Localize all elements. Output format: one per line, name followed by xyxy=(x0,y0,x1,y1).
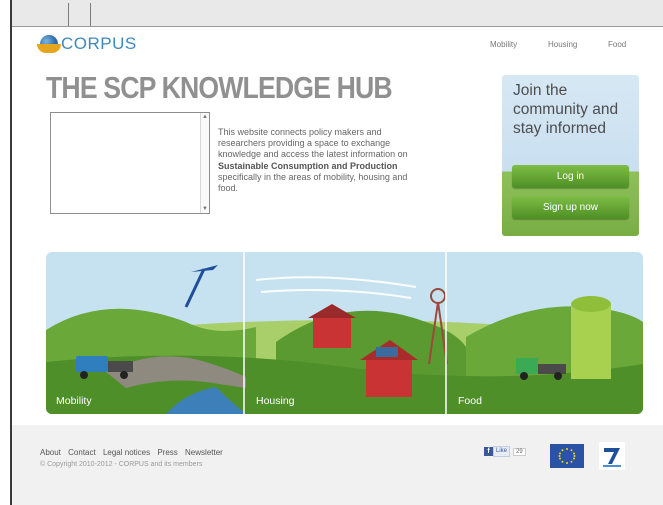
nav-link-housing[interactable]: Housing xyxy=(548,40,577,49)
facebook-icon: f xyxy=(484,447,493,456)
join-heading: Join the community and stay informed xyxy=(513,81,633,138)
like-label: Like xyxy=(493,446,511,457)
page-footer: About Contact Legal notices Press Newsle… xyxy=(12,425,663,505)
banner-label-mobility[interactable]: Mobility xyxy=(56,395,92,407)
footer-link-newsletter[interactable]: Newsletter xyxy=(185,448,223,457)
globe-logo-icon xyxy=(37,35,61,53)
like-count: 29 xyxy=(513,447,526,456)
nav-link-mobility[interactable]: Mobility xyxy=(490,40,517,49)
intro-line: This website connects policy makers and xyxy=(218,127,382,137)
intro-line: researchers providing a space to exchang… xyxy=(218,138,391,149)
banner-label-food[interactable]: Food xyxy=(458,395,482,407)
join-heading-line: community and xyxy=(513,101,619,118)
intro-line: knowledge and access the latest informat… xyxy=(218,149,408,160)
login-button[interactable]: Log in xyxy=(512,165,629,188)
intro-line: specifically in the areas of mobility, h… xyxy=(218,171,408,182)
footer-link-contact[interactable]: Contact xyxy=(68,448,96,457)
footer-link-about[interactable]: About xyxy=(40,448,61,457)
scroll-down-icon[interactable]: ▼ xyxy=(201,206,209,212)
logo-text: CORPUS xyxy=(61,34,137,53)
browser-viewport: CORPUS Mobility Housing Food THE SCP KNO… xyxy=(10,0,663,505)
copyright-text: © Copyright 2010-2012 - CORPUS and its m… xyxy=(40,461,203,468)
toolbar-divider xyxy=(90,3,91,26)
join-heading-line: stay informed xyxy=(513,120,607,137)
intro-line: food. xyxy=(218,183,239,194)
fp7-logo-icon[interactable] xyxy=(599,442,625,470)
browser-toolbar xyxy=(12,0,663,27)
join-heading-line: Join the xyxy=(513,82,568,99)
join-panel: Join the community and stay informed Log… xyxy=(502,75,639,236)
banner-label-housing[interactable]: Housing xyxy=(256,395,295,407)
embedded-frame[interactable]: ▲ ▼ xyxy=(50,112,210,214)
eu-flag-icon[interactable] xyxy=(550,444,584,468)
eu-stars-icon xyxy=(558,448,576,464)
landscape-illustration xyxy=(46,252,643,414)
scrollbar[interactable]: ▲ ▼ xyxy=(200,113,209,213)
footer-link-legal[interactable]: Legal notices xyxy=(103,448,150,457)
footer-links: About Contact Legal notices Press Newsle… xyxy=(40,448,228,457)
toolbar-divider xyxy=(68,3,69,26)
fp7-mark-icon xyxy=(603,448,621,467)
signup-button[interactable]: Sign up now xyxy=(512,196,629,219)
intro-text: This website connects policy makers and … xyxy=(218,127,466,194)
intro-highlight: Sustainable Consumption and Production xyxy=(218,160,398,171)
footer-link-press[interactable]: Press xyxy=(157,448,177,457)
corpus-logo[interactable]: CORPUS xyxy=(37,34,137,54)
facebook-like-button[interactable]: f Like 29 xyxy=(484,446,526,457)
topic-banner: Mobility Housing Food xyxy=(46,252,643,414)
scroll-up-icon[interactable]: ▲ xyxy=(201,114,209,120)
nav-link-food[interactable]: Food xyxy=(608,40,626,49)
page-title: THE SCP KNOWLEDGE HUB xyxy=(46,70,393,105)
